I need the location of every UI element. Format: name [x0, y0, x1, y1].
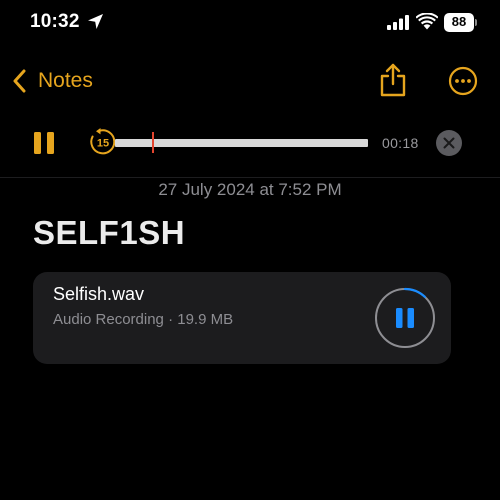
skip-back-15-icon[interactable]: 15 [88, 127, 118, 157]
note-date: 27 July 2024 at 7:52 PM [158, 180, 342, 199]
note-title[interactable]: SELF1SH [33, 214, 185, 252]
back-button[interactable]: Notes [12, 66, 93, 96]
share-icon[interactable] [378, 62, 408, 98]
divider [0, 177, 500, 178]
pause-icon [396, 308, 403, 328]
close-icon [443, 137, 455, 149]
cellular-signal-icon [387, 15, 409, 30]
attachment-pause-button[interactable] [374, 287, 436, 349]
playback-progress-arc [403, 287, 426, 298]
battery-icon: 88 [444, 13, 478, 32]
back-label: Notes [38, 69, 93, 92]
wifi-icon [416, 13, 438, 30]
skip-seconds: 15 [97, 138, 109, 150]
location-arrow-icon [88, 14, 103, 29]
close-player-button[interactable] [436, 130, 462, 156]
audio-attachment[interactable]: Selfish.wav Audio Recording · 19.9 MB [33, 272, 451, 364]
attachment-meta: Audio Recording · 19.9 MB [53, 311, 234, 328]
chevron-left-icon [13, 69, 26, 93]
pause-button[interactable] [34, 132, 54, 154]
elapsed-time: 00:18 [382, 135, 419, 151]
battery-level: 88 [451, 14, 467, 29]
attachment-file-name: Selfish.wav [53, 284, 145, 304]
status-time: 10:32 [30, 11, 80, 32]
playhead[interactable] [151, 132, 154, 153]
more-icon[interactable] [448, 66, 478, 96]
